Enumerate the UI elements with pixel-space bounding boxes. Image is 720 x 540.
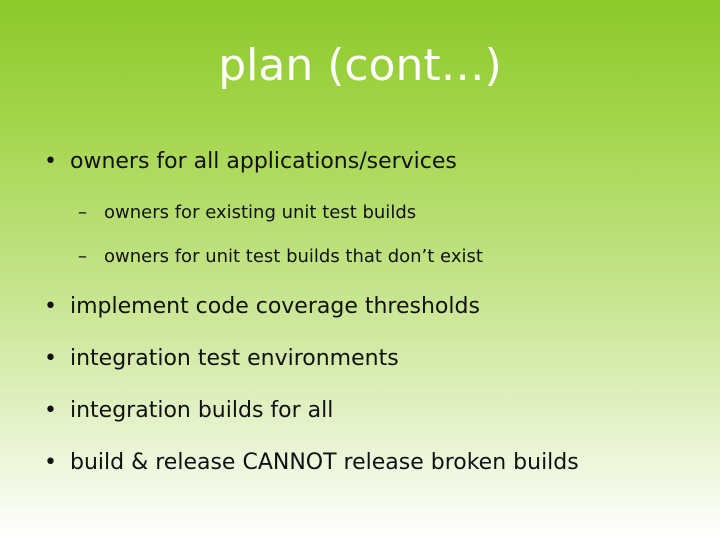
bullet-text: build & release CANNOT release broken bu… [70,450,579,475]
bullet-item-integration-builds: • integration builds for all [44,397,333,425]
sub-bullet-dash-icon: – [78,202,87,223]
bullet-text: owners for all applications/services [70,149,457,174]
sub-bullet-missing-builds: – owners for unit test builds that don’t … [78,245,483,269]
bullet-item-coverage: • implement code coverage thresholds [44,293,480,321]
bullet-text: implement code coverage thresholds [70,294,480,319]
sub-bullet-dash-icon: – [78,246,87,267]
bullet-text: integration test environments [70,346,399,371]
sub-bullet-existing-builds: – owners for existing unit test builds [78,201,416,225]
bullet-item-environments: • integration test environments [44,345,399,373]
bullet-dot-icon: • [44,450,57,475]
bullet-item-release: • build & release CANNOT release broken b… [44,449,579,477]
bullet-dot-icon: • [44,346,57,371]
bullet-text: integration builds for all [70,398,334,423]
bullet-dot-icon: • [44,149,57,174]
bullet-list: • owners for all applications/services – o… [0,0,720,540]
bullet-item-owners: • owners for all applications/services [44,148,457,176]
sub-bullet-text: owners for existing unit test builds [104,202,417,223]
sub-bullet-text: owners for unit test builds that don’t e… [104,246,483,267]
bullet-dot-icon: • [44,294,57,319]
bullet-dot-icon: • [44,398,57,423]
slide: plan (cont…) • owners for all application… [0,0,720,540]
